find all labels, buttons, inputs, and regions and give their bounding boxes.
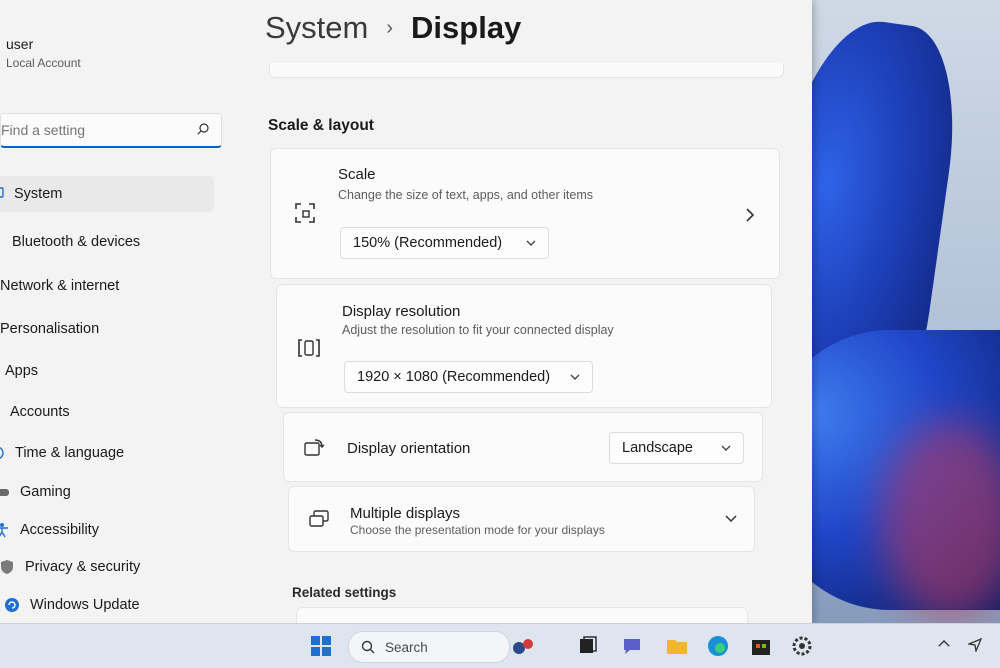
scale-dropdown[interactable]: 150% (Recommended) xyxy=(340,227,549,259)
orientation-card: Display orientation Landscape xyxy=(283,412,763,482)
scale-title: Scale xyxy=(338,166,376,183)
task-view-icon[interactable] xyxy=(577,635,599,657)
accessibility-icon xyxy=(0,523,8,538)
taskbar-search-label: Search xyxy=(385,639,428,655)
sidebar-item-apps[interactable]: Apps xyxy=(0,353,205,389)
page-title: Display xyxy=(411,10,522,45)
scale-card[interactable]: Scale Change the size of text, apps, and… xyxy=(270,148,780,279)
sidebar: user Local Account System Bluetooth & de… xyxy=(0,0,240,623)
sidebar-item-label: System xyxy=(14,186,63,202)
sidebar-item-accounts[interactable]: Accounts xyxy=(0,394,210,430)
related-settings-heading: Related settings xyxy=(292,585,397,600)
globe-clock-icon xyxy=(0,447,4,459)
chevron-down-icon xyxy=(570,374,580,380)
monitor-icon xyxy=(0,187,4,198)
breadcrumb-separator: › xyxy=(386,16,394,39)
sidebar-item-label: Personalisation xyxy=(0,321,100,337)
chevron-down-icon xyxy=(526,240,536,246)
sidebar-item-label: Apps xyxy=(5,363,39,379)
sidebar-item-label: Network & internet xyxy=(0,278,120,294)
sidebar-item-label: Windows Update xyxy=(30,597,140,613)
multiple-displays-title: Multiple displays xyxy=(350,505,461,522)
resolution-dropdown-value: 1920 × 1080 (Recommended) xyxy=(357,369,551,385)
user-account-type: Local Account xyxy=(6,56,81,70)
sidebar-item-system[interactable]: System xyxy=(0,176,214,212)
resolution-card: Display resolution Adjust the resolution… xyxy=(276,284,772,408)
sidebar-item-windows-update[interactable]: Windows Update xyxy=(4,587,230,623)
taskbar-search[interactable]: Search xyxy=(348,631,510,663)
sidebar-item-label: Accessibility xyxy=(20,522,99,538)
sidebar-item-gaming[interactable]: Gaming xyxy=(0,474,220,510)
multiple-displays-card[interactable]: Multiple displays Choose the presentatio… xyxy=(288,486,755,552)
orientation-dropdown[interactable]: Landscape xyxy=(609,432,744,464)
sidebar-item-label: Gaming xyxy=(20,484,71,500)
shield-icon xyxy=(1,560,13,574)
settings-search-box[interactable] xyxy=(0,113,222,148)
related-settings-card-edge xyxy=(296,607,748,623)
orientation-dropdown-value: Landscape xyxy=(622,440,693,456)
previous-card-edge xyxy=(269,63,784,78)
multiple-displays-icon xyxy=(309,510,329,527)
breadcrumb-parent[interactable]: System xyxy=(265,10,368,46)
scale-dropdown-value: 150% (Recommended) xyxy=(353,235,503,251)
sidebar-item-personalisation[interactable]: Personalisation xyxy=(0,311,200,347)
section-title: Scale & layout xyxy=(268,117,374,134)
resolution-dropdown[interactable]: 1920 × 1080 (Recommended) xyxy=(344,361,593,393)
multiple-displays-description: Choose the presentation mode for your di… xyxy=(350,523,605,537)
resolution-title: Display resolution xyxy=(342,303,461,320)
chevron-down-icon[interactable] xyxy=(725,513,737,523)
search-input[interactable] xyxy=(1,120,181,140)
search-icon xyxy=(361,640,375,654)
chevron-right-icon[interactable] xyxy=(745,208,755,222)
sidebar-item-privacy[interactable]: Privacy & security xyxy=(0,549,225,585)
chevron-down-icon xyxy=(721,445,731,451)
chevron-up-icon[interactable] xyxy=(938,638,950,648)
settings-icon[interactable] xyxy=(791,635,813,657)
location-icon[interactable] xyxy=(968,638,982,652)
store-icon[interactable] xyxy=(750,635,772,657)
user-name: user xyxy=(6,36,34,52)
sidebar-item-label: Privacy & security xyxy=(25,559,141,575)
orientation-icon xyxy=(304,439,325,456)
main-content: System › Display Scale & layout Scale Ch… xyxy=(240,0,812,623)
widgets-icon[interactable] xyxy=(512,635,534,657)
sidebar-item-network[interactable]: Network & internet xyxy=(0,268,200,304)
resolution-description: Adjust the resolution to fit your connec… xyxy=(342,323,614,337)
file-explorer-icon[interactable] xyxy=(666,635,688,657)
scale-description: Change the size of text, apps, and other… xyxy=(338,188,594,202)
orientation-title: Display orientation xyxy=(347,440,471,457)
edge-icon[interactable] xyxy=(707,635,729,657)
chat-icon[interactable] xyxy=(621,635,643,657)
sidebar-item-label: Accounts xyxy=(10,404,70,420)
update-icon xyxy=(5,598,19,612)
resolution-icon xyxy=(298,339,320,357)
gamepad-icon xyxy=(0,489,9,496)
settings-window: user Local Account System Bluetooth & de… xyxy=(0,0,812,623)
sidebar-item-label: Bluetooth & devices xyxy=(12,234,141,250)
sidebar-item-accessibility[interactable]: Accessibility xyxy=(0,512,220,548)
search-icon[interactable] xyxy=(197,123,209,135)
system-tray xyxy=(938,638,982,652)
bluetooth-icon xyxy=(0,234,2,250)
start-icon[interactable] xyxy=(310,635,332,657)
sidebar-item-label: Time & language xyxy=(15,445,125,461)
taskbar: Search xyxy=(0,623,1000,668)
breadcrumb: System › Display xyxy=(265,10,521,46)
sidebar-item-time-language[interactable]: Time & language xyxy=(0,435,215,471)
scale-icon xyxy=(295,203,315,223)
sidebar-item-bluetooth[interactable]: Bluetooth & devices xyxy=(0,224,212,260)
